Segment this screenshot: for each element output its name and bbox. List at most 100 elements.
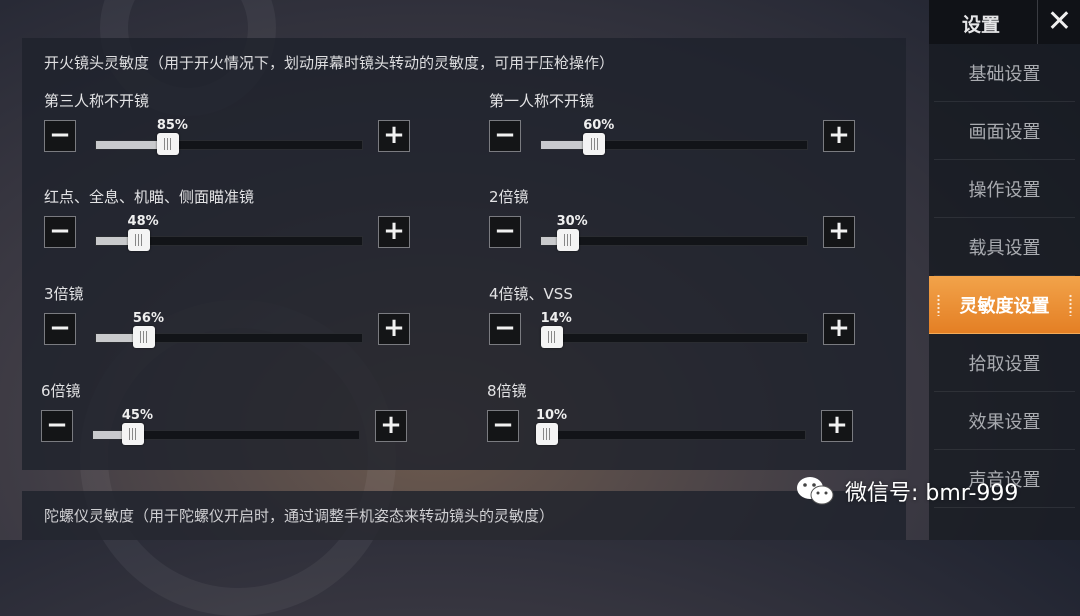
slider-thumb[interactable] — [156, 133, 179, 155]
minus-icon: − — [494, 120, 516, 150]
slider-thumb[interactable] — [535, 423, 558, 445]
decrease-button[interactable]: − — [487, 410, 519, 442]
slider-thumb[interactable] — [556, 229, 579, 251]
gyro-title: 陀螺仪灵敏度（用于陀螺仪开启时，通过调整手机姿态来转动镜头的灵敏度） — [44, 507, 555, 525]
decrease-button[interactable]: − — [44, 216, 76, 248]
sidebar-item-label: 画面设置 — [968, 121, 1041, 143]
slider-label: 4倍镜、VSS — [489, 285, 573, 303]
increase-button[interactable]: + — [378, 120, 410, 152]
gyro-sensitivity-panel: 陀螺仪灵敏度（用于陀螺仪开启时，通过调整手机姿态来转动镜头的灵敏度） — [22, 491, 906, 540]
slider-track[interactable] — [95, 133, 363, 155]
slider-thumb[interactable] — [127, 229, 150, 251]
sidebar-item-label: 基础设置 — [968, 63, 1041, 85]
sidebar-item-label: 拾取设置 — [968, 353, 1041, 375]
slider-label: 2倍镜 — [489, 188, 529, 206]
sidebar-item-label: 操作设置 — [968, 179, 1041, 201]
sensitivity-slider-row: 第一人称不开镜 − 60% + — [489, 90, 889, 180]
decrease-button[interactable]: − — [489, 313, 521, 345]
slider-track[interactable] — [95, 326, 363, 348]
fire-sensitivity-panel: 开火镜头灵敏度（用于开火情况下，划动屏幕时镜头转动的灵敏度，可用于压枪操作） 第… — [22, 38, 906, 470]
plus-icon: + — [383, 120, 405, 150]
slider-label: 红点、全息、机瞄、侧面瞄准镜 — [44, 188, 255, 206]
increase-button[interactable]: + — [378, 313, 410, 345]
minus-icon: − — [49, 120, 71, 150]
slider-track[interactable] — [540, 326, 808, 348]
slider-label: 第一人称不开镜 — [489, 92, 595, 110]
wechat-icon — [797, 477, 834, 505]
plus-icon: + — [828, 216, 850, 246]
close-button[interactable]: ✕ — [1037, 0, 1080, 44]
minus-icon: − — [492, 410, 514, 440]
plus-icon: + — [828, 313, 850, 343]
increase-button[interactable]: + — [823, 120, 855, 152]
sidebar-title: 设置 — [962, 14, 1001, 36]
plus-icon: + — [826, 410, 848, 440]
slider-track[interactable] — [95, 229, 363, 251]
slider-thumb[interactable] — [132, 326, 155, 348]
sensitivity-slider-row: 红点、全息、机瞄、侧面瞄准镜 − 48% + — [44, 186, 444, 276]
increase-button[interactable]: + — [378, 216, 410, 248]
increase-button[interactable]: + — [375, 410, 407, 442]
increase-button[interactable]: + — [823, 216, 855, 248]
panel-title: 开火镜头灵敏度（用于开火情况下，划动屏幕时镜头转动的灵敏度，可用于压枪操作） — [44, 54, 615, 72]
sensitivity-slider-row: 6倍镜 − 45% + — [41, 380, 441, 470]
watermark-text: 微信号: bmr-999 — [845, 481, 1019, 506]
minus-icon: − — [49, 216, 71, 246]
settings-sidebar: 设置 ✕ 基础设置 画面设置 操作设置 载具设置 灵敏度设置 拾取设置 效果设置 声音设置 — [929, 0, 1080, 540]
slider-thumb[interactable] — [583, 133, 606, 155]
sidebar-item[interactable]: 操作设置 — [934, 160, 1075, 218]
slider-label: 3倍镜 — [44, 285, 84, 303]
minus-icon: − — [46, 410, 68, 440]
decrease-button[interactable]: − — [41, 410, 73, 442]
increase-button[interactable]: + — [823, 313, 855, 345]
sidebar-item[interactable]: 基础设置 — [934, 44, 1075, 102]
increase-button[interactable]: + — [821, 410, 853, 442]
sidebar-item[interactable]: 拾取设置 — [934, 334, 1075, 392]
slider-percent: 56% — [132, 311, 164, 326]
sensitivity-slider-row: 3倍镜 − 56% + — [44, 283, 444, 373]
sensitivity-slider-row: 2倍镜 − 30% + — [489, 186, 889, 276]
slider-track[interactable] — [92, 423, 360, 445]
sidebar-item-label: 灵敏度设置 — [959, 295, 1050, 317]
slider-percent: 10% — [535, 408, 568, 423]
decrease-button[interactable]: − — [44, 120, 76, 152]
sidebar-item[interactable]: 灵敏度设置 — [929, 276, 1080, 334]
decrease-button[interactable]: − — [44, 313, 76, 345]
grip-dots-icon — [1069, 294, 1072, 316]
watermark: 微信号: bmr-999 — [795, 474, 1018, 508]
minus-icon: − — [494, 216, 516, 246]
slider-percent: 60% — [583, 118, 615, 133]
sidebar-item[interactable]: 载具设置 — [934, 218, 1075, 276]
sensitivity-slider-row: 第三人称不开镜 − 85% + — [44, 90, 444, 180]
slider-track[interactable] — [535, 423, 806, 445]
slider-percent: 14% — [540, 311, 572, 326]
plus-icon: + — [828, 120, 850, 150]
minus-icon: − — [49, 313, 71, 343]
slider-label: 6倍镜 — [41, 382, 81, 400]
slider-thumb[interactable] — [121, 423, 144, 445]
sidebar-item[interactable]: 画面设置 — [934, 102, 1075, 160]
decrease-button[interactable]: − — [489, 216, 521, 248]
sidebar-item-label: 效果设置 — [968, 411, 1041, 433]
sidebar-header: 设置 ✕ — [929, 0, 1080, 44]
plus-icon: + — [383, 313, 405, 343]
slider-percent: 30% — [556, 214, 588, 229]
slider-track[interactable] — [540, 229, 808, 251]
minus-icon: − — [494, 313, 516, 343]
sensitivity-slider-row: 8倍镜 − 10% + — [487, 380, 887, 470]
grip-dots-icon — [937, 294, 940, 316]
plus-icon: + — [383, 216, 405, 246]
slider-percent: 45% — [121, 408, 154, 423]
sensitivity-slider-row: 4倍镜、VSS − 14% + — [489, 283, 889, 373]
plus-icon: + — [380, 410, 402, 440]
slider-label: 第三人称不开镜 — [44, 92, 150, 110]
decrease-button[interactable]: − — [489, 120, 521, 152]
slider-percent: 85% — [156, 118, 188, 133]
slider-label: 8倍镜 — [487, 382, 527, 400]
slider-thumb[interactable] — [540, 326, 563, 348]
sidebar-item-label: 载具设置 — [968, 237, 1041, 259]
sidebar-item[interactable]: 效果设置 — [934, 392, 1075, 450]
slider-percent: 48% — [127, 214, 159, 229]
slider-track[interactable] — [540, 133, 808, 155]
close-icon: ✕ — [1046, 4, 1073, 39]
